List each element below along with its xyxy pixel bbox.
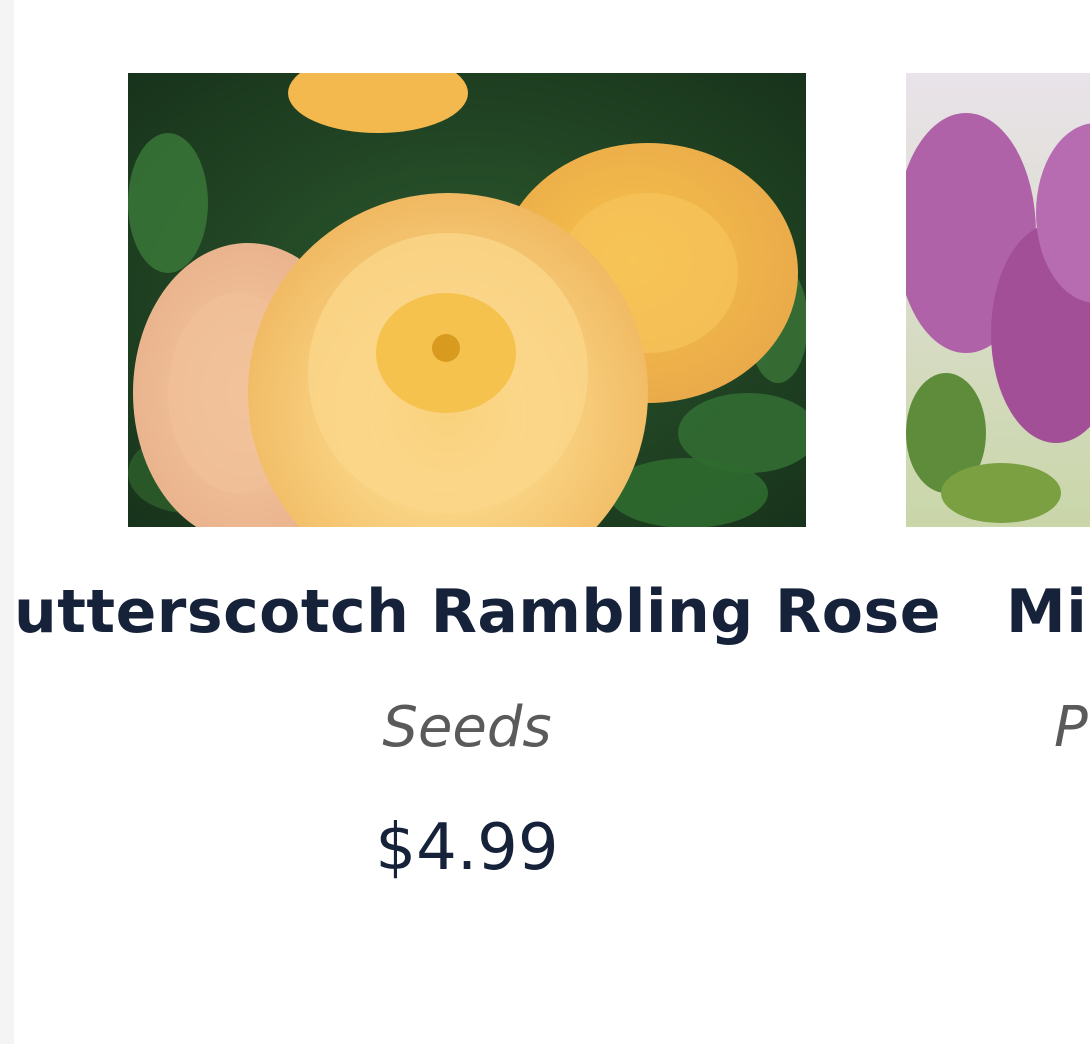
product-category: Seeds [382, 695, 552, 760]
product-image-lilac[interactable] [906, 73, 1090, 527]
product-name[interactable]: utterscotch Rambling Rose [14, 572, 940, 652]
product-price: $4.99 [375, 811, 559, 885]
product-name[interactable]: Mis [1006, 572, 1090, 652]
product-category: P [1054, 695, 1088, 760]
product-card[interactable]: utterscotch Rambling Rose Seeds $4.99 [14, 0, 940, 1044]
product-grid-page: utterscotch Rambling Rose Seeds $4.99 Mi… [0, 0, 1090, 1044]
left-gutter [0, 0, 14, 1044]
product-card[interactable]: Mis P [906, 0, 1090, 1044]
product-image-rose[interactable] [128, 73, 806, 527]
